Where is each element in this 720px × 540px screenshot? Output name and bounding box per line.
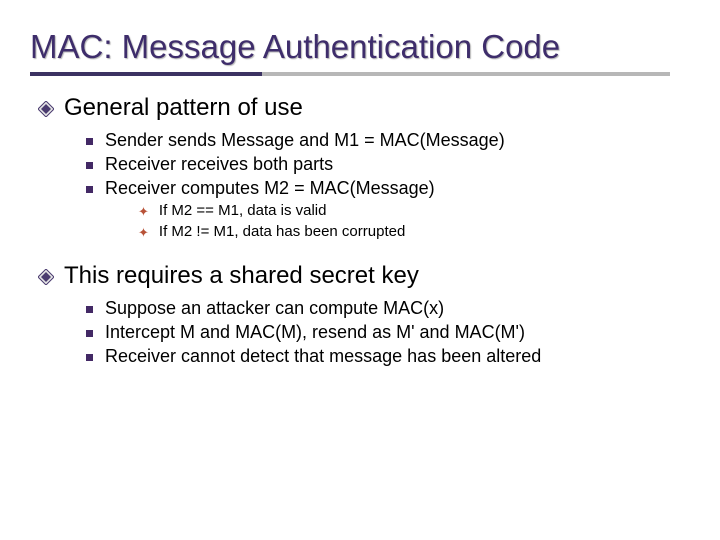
list-item: Suppose an attacker can compute MAC(x) [86,298,690,319]
sub-list-item: ✦ If M2 != M1, data has been corrupted [138,223,690,242]
list-item: Intercept M and MAC(M), resend as M' and… [86,322,690,343]
list-item-text: Receiver cannot detect that message has … [105,346,541,367]
square-bullet-icon [86,306,93,313]
list-item: Receiver cannot detect that message has … [86,346,690,367]
star-bullet-icon: ✦ [138,203,149,221]
sub-list-item-text: If M2 != M1, data has been corrupted [159,223,405,240]
sub-list-item-text: If M2 == M1, data is valid [159,202,327,219]
list-item-text: Suppose an attacker can compute MAC(x) [105,298,444,319]
star-bullet-icon: ✦ [138,224,149,242]
section-heading: This requires a shared secret key [38,262,690,290]
list-item: Receiver receives both parts [86,154,690,175]
slide-body: General pattern of use Sender sends Mess… [38,94,690,367]
square-bullet-icon [86,186,93,193]
list-item-text: Receiver computes M2 = MAC(Message) [105,178,435,199]
list-item: Sender sends Message and M1 = MAC(Messag… [86,130,690,151]
slide-title: MAC: Message Authentication Code [30,28,690,66]
square-bullet-icon [86,162,93,169]
list-item-text: Intercept M and MAC(M), resend as M' and… [105,322,525,343]
square-bullet-icon [86,330,93,337]
section-heading-text: General pattern of use [64,94,303,122]
sub-list-item: ✦ If M2 == M1, data is valid [138,202,690,221]
list-item-text: Sender sends Message and M1 = MAC(Messag… [105,130,505,151]
slide: MAC: Message Authentication Code General… [0,0,720,540]
section-heading: General pattern of use [38,94,690,122]
title-underline [30,72,670,76]
list-item-text: Receiver receives both parts [105,154,333,175]
section-heading-text: This requires a shared secret key [64,262,419,290]
diamond-bullet-icon [38,101,54,117]
square-bullet-icon [86,138,93,145]
square-bullet-icon [86,354,93,361]
list-item: Receiver computes M2 = MAC(Message) [86,178,690,199]
diamond-bullet-icon [38,269,54,285]
